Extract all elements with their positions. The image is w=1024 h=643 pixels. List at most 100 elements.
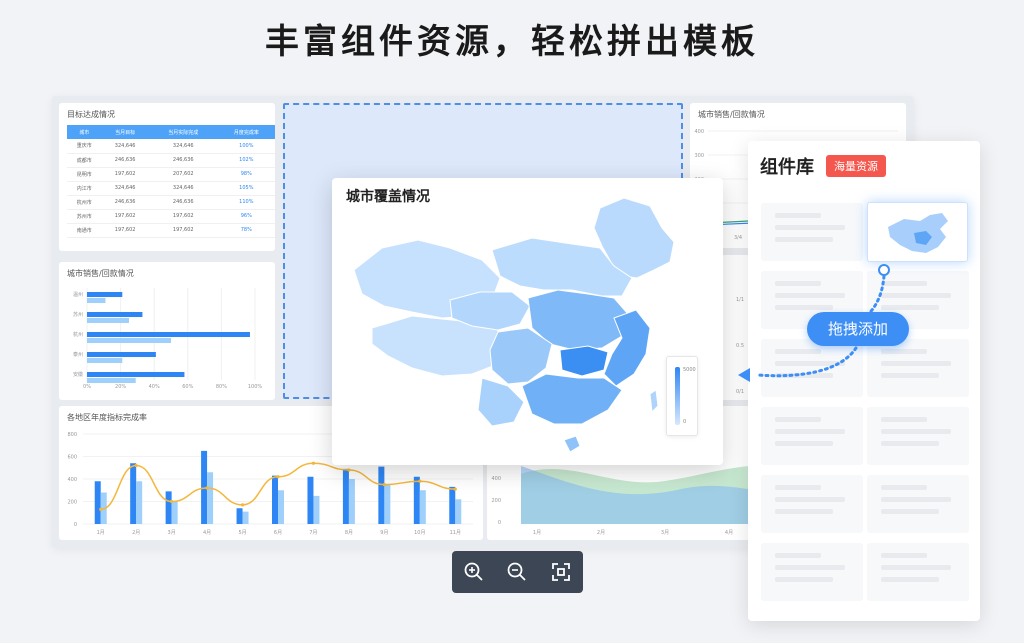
table-row: 南通市 197,602 197,602 78%	[67, 223, 275, 238]
tile-placeholder-line	[881, 441, 939, 446]
trend-point	[170, 499, 174, 504]
x-tick-label: 3月	[168, 530, 176, 536]
tile-placeholder-line	[775, 565, 845, 570]
x-tick-label: 2月	[132, 530, 140, 536]
bar	[87, 332, 250, 337]
tile-placeholder-line	[775, 361, 845, 366]
y-tick-label: 杭州	[73, 331, 83, 338]
table-row: 成都市 246,636 246,636 102%	[67, 153, 275, 168]
table-cell: 102%	[217, 153, 275, 168]
tile-placeholder-line	[881, 417, 927, 422]
component-tile[interactable]	[761, 203, 863, 261]
component-tile[interactable]	[761, 407, 863, 465]
table-header-cell: 当月目标	[101, 125, 149, 139]
table-cell: 78%	[217, 223, 275, 238]
table-cell: 197,602	[101, 209, 149, 224]
table-cell: 197,602	[148, 223, 218, 238]
china-map	[353, 197, 675, 453]
y-tick-label: 0	[74, 522, 77, 528]
table-cell: 324,646	[148, 139, 218, 154]
fit-screen-icon[interactable]	[546, 557, 576, 587]
table-cell: 246,636	[101, 195, 149, 210]
y-tick-label: 300	[694, 153, 704, 159]
x-tick-label: 40%	[149, 384, 160, 390]
map-region-southwest	[477, 377, 525, 427]
component-tile[interactable]	[867, 475, 969, 533]
tile-placeholder-line	[881, 553, 927, 558]
x-tick-label: 6月	[274, 530, 282, 536]
drag-add-button[interactable]: 拖拽添加	[807, 312, 909, 346]
zoom-in-icon[interactable]	[459, 557, 489, 587]
map-region-hainan	[563, 435, 581, 453]
bar	[348, 479, 355, 524]
y-tick-label: 1/1	[736, 297, 744, 303]
trend-point	[453, 487, 457, 491]
bar	[87, 358, 123, 363]
tile-placeholder-line	[775, 553, 821, 558]
legend-max-label: 5000	[683, 367, 696, 373]
bar	[130, 463, 137, 524]
table-cell: 苏州市	[67, 209, 102, 224]
bar	[87, 318, 129, 323]
table-header-cell: 当月实际完成	[148, 125, 218, 139]
component-tile[interactable]	[761, 475, 863, 533]
tile-placeholder-line	[881, 565, 951, 570]
x-tick-label: 60%	[182, 384, 193, 390]
bar	[165, 491, 172, 524]
table-cell: 324,646	[148, 181, 218, 196]
trend-point	[205, 486, 209, 490]
tile-placeholder-line	[775, 497, 845, 502]
tile-placeholder-line	[881, 429, 951, 434]
zoom-out-icon[interactable]	[502, 557, 532, 587]
bar	[272, 475, 278, 524]
target-table: 城市 当月目标 当月实际完成 月度完成率 重庆市 324,646 324,646 100% 成…	[67, 125, 275, 238]
y-tick-label: 温州	[73, 291, 83, 298]
x-tick-label: 2月	[597, 530, 605, 536]
y-tick-label: 0.5	[736, 343, 744, 349]
bar	[413, 476, 420, 524]
table-cell: 324,646	[101, 181, 149, 196]
bar	[455, 499, 462, 524]
component-tile[interactable]	[761, 543, 863, 601]
tile-placeholder-line	[881, 509, 939, 514]
bar	[242, 511, 249, 524]
table-header-cell: 月度完成率	[217, 125, 275, 139]
y-tick-label: 安徽	[73, 371, 83, 378]
component-tile[interactable]	[761, 339, 863, 397]
legend-gradient-bar	[675, 367, 680, 425]
bar	[87, 378, 136, 383]
trend-point	[382, 483, 386, 487]
x-tick-label: 4月	[725, 530, 733, 536]
map-thumbnail-component[interactable]	[867, 202, 968, 262]
component-tile[interactable]	[867, 339, 969, 397]
x-tick-label: 7月	[309, 530, 317, 536]
component-tile[interactable]	[867, 407, 969, 465]
bar	[236, 508, 243, 524]
table-cell: 197,602	[101, 223, 149, 238]
bar	[378, 466, 385, 524]
x-tick-label: 100%	[248, 384, 263, 390]
trend-point	[418, 479, 422, 483]
tile-placeholder-line	[881, 349, 927, 354]
table-header-cell: 城市	[67, 125, 102, 139]
hbar-chart-card[interactable]: 城市销售/回款情况 0% 20% 40% 60% 80% 100% 温州 苏州 杭州 泰州 安徽	[59, 262, 275, 400]
x-tick-label: 3/4	[734, 235, 742, 241]
x-tick-label: 0%	[83, 384, 91, 390]
target-table-card[interactable]: 目标达成情况 城市 当月目标 当月实际完成 月度完成率 重庆市 324,646 324,6…	[59, 103, 275, 251]
tile-placeholder-line	[881, 485, 927, 490]
table-cell: 197,602	[148, 209, 218, 224]
table-cell: 南通市	[67, 223, 102, 238]
target-table-title: 目标达成情况	[67, 110, 115, 119]
x-tick-label: 1月	[533, 530, 541, 536]
map-card[interactable]: 城市覆盖情况 5000 0	[332, 178, 723, 465]
component-tile[interactable]	[867, 543, 969, 601]
map-region-south	[521, 373, 623, 425]
tile-placeholder-line	[881, 361, 951, 366]
table-row: 苏州市 197,602 197,602 96%	[67, 209, 275, 224]
table-cell: 重庆市	[67, 139, 102, 154]
y-tick-label: 600	[67, 455, 77, 461]
table-cell: 324,646	[101, 139, 149, 154]
y-tick-label: 400	[67, 477, 77, 483]
x-tick-label: 4月	[203, 530, 211, 536]
bar	[419, 490, 426, 524]
